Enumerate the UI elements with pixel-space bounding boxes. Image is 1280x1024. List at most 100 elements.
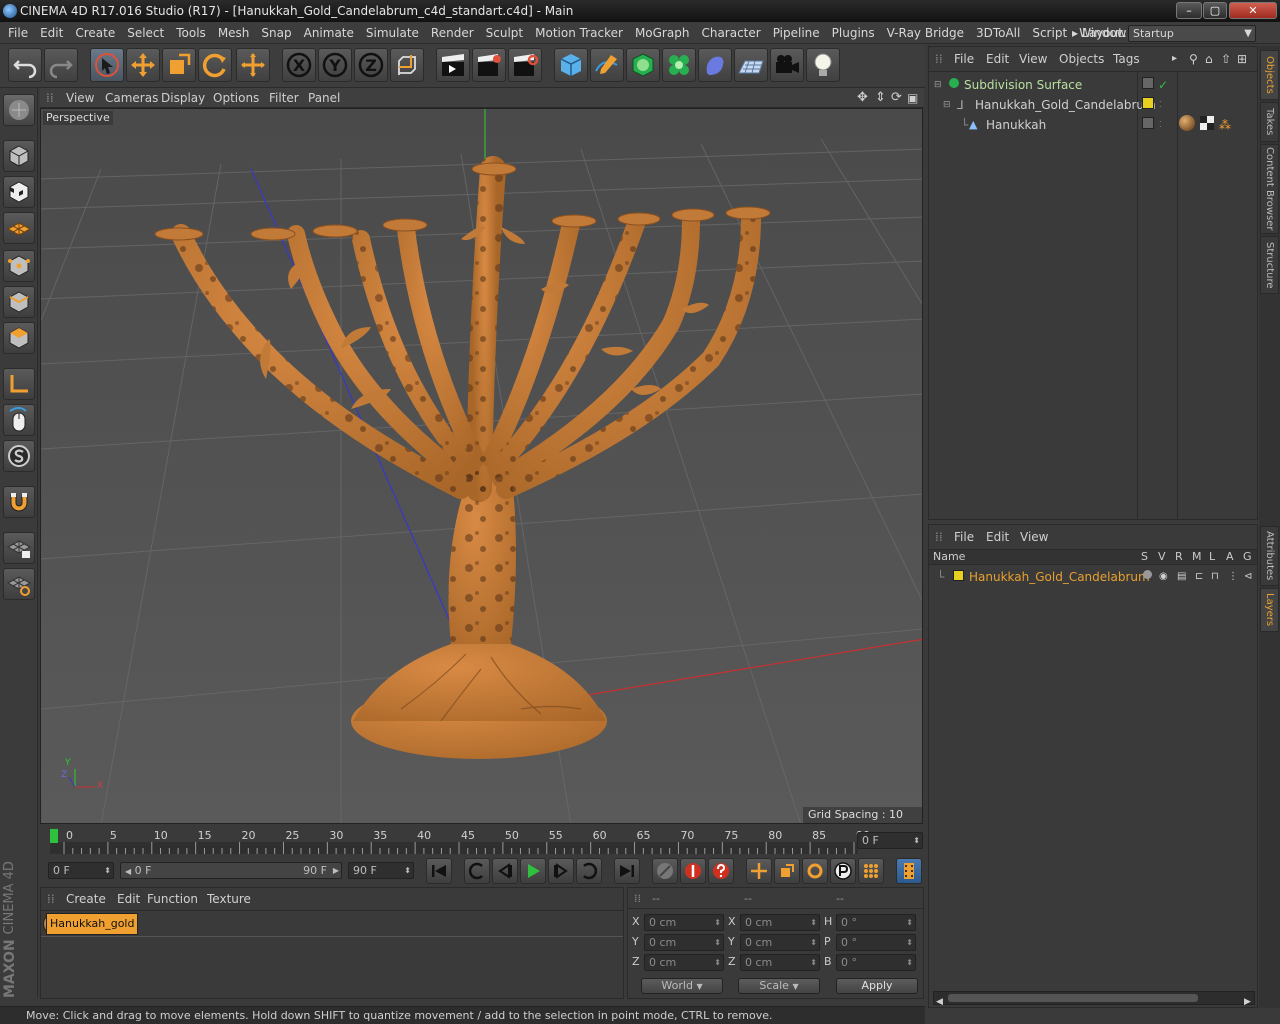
key-pla-button[interactable] [858,858,884,884]
menu-snap[interactable]: Snap [255,22,297,44]
key-rotation-button[interactable] [802,858,828,884]
chevron-right-icon[interactable]: ▸ [1172,47,1177,71]
tab-layers[interactable]: Layers [1260,588,1279,632]
minimize-button[interactable]: – [1176,2,1202,19]
visibility-dots-icon[interactable]: ⁚ [1159,113,1162,137]
layer-col-header[interactable]: G [1243,550,1252,564]
tab-takes[interactable]: Takes [1260,102,1279,142]
scrollbar-thumb[interactable] [948,994,1198,1002]
snap-button[interactable] [3,486,35,518]
move-tool-button[interactable] [126,48,160,82]
edges-mode-button[interactable] [3,286,35,318]
layer-col-header[interactable]: L [1209,550,1215,564]
render-settings-button[interactable] [508,48,542,82]
timeline-window-button[interactable] [896,858,922,884]
viewport-menu-display[interactable]: Display [161,88,205,108]
cube-object-button[interactable] [554,48,588,82]
menu-edit[interactable]: Edit [34,22,69,44]
scroll-left-icon[interactable]: ◀ [936,990,943,1014]
home-icon[interactable]: ⌂ [1205,47,1213,71]
tab-attributes[interactable]: Attributes [1260,526,1279,586]
material-menu-function[interactable]: Function [147,888,198,910]
layer-col-header[interactable]: V [1158,550,1166,564]
record-mode-button[interactable] [652,858,678,884]
viewport-menu-options[interactable]: Options [213,88,259,108]
animation-icon[interactable]: ⋮ [1228,565,1238,589]
maximize-button[interactable]: ▢ [1203,2,1227,19]
menu-select[interactable]: Select [121,22,170,44]
layer-color-icon[interactable] [1142,97,1154,109]
eye-icon[interactable]: ◉ [1159,565,1168,589]
viewport-menu-view[interactable]: View [66,88,94,108]
menu-simulate[interactable]: Simulate [360,22,425,44]
solo-button[interactable] [3,440,35,472]
menu-animate[interactable]: Animate [298,22,360,44]
make-editable-button[interactable] [3,94,35,126]
record-keys-button[interactable] [680,858,706,884]
menu-sculpt[interactable]: Sculpt [480,22,529,44]
menu-plugins[interactable]: Plugins [826,22,881,44]
editor-visibility-icon[interactable] [1142,117,1154,129]
layer-col-header[interactable]: S [1141,550,1148,564]
cloner-button[interactable] [662,48,696,82]
z-axis-lock-button[interactable]: Z [354,48,388,82]
play-button[interactable] [520,858,546,884]
layer-col-header[interactable]: R [1175,550,1183,564]
viewport-menu-panel[interactable]: Panel [308,88,340,108]
material-tag-icon[interactable] [1179,115,1195,131]
coord-mode-dropdown[interactable]: World ▼ [641,978,723,994]
orbit-view-icon[interactable]: ⟳ [891,88,902,108]
goto-end-button[interactable] [614,858,640,884]
scroll-right-icon[interactable]: ▶ [1244,990,1251,1014]
coord-value-field[interactable]: 0 cm ⬍ [740,954,820,971]
autokey-button[interactable] [708,858,734,884]
floor-object-button[interactable] [734,48,768,82]
viewport-menu-cameras[interactable]: Cameras [105,88,158,108]
subdivision-surface-button[interactable] [626,48,660,82]
render-clapper-icon[interactable]: ▤ [1177,565,1186,589]
material-menu-create[interactable]: Create [66,888,106,910]
generators-icon[interactable]: ⊲ [1244,565,1252,589]
layers-menu-view[interactable]: View [1020,525,1048,549]
next-frame-button[interactable] [548,858,574,884]
material-item[interactable]: Hanukkah_gold [43,913,153,935]
y-axis-lock-button[interactable]: Y [318,48,352,82]
dolly-view-icon[interactable]: ⇕ [875,88,886,108]
prev-key-button[interactable] [464,858,490,884]
layer-color-swatch[interactable] [953,570,964,581]
timeline[interactable]: 051015202530354045505560657075808590 0 F… [40,826,924,856]
coord-value-field[interactable]: 0 cm ⬍ [740,914,820,931]
object-row-subdivision[interactable]: ⊟ Subdivision Surface ✓ [929,73,1257,93]
editor-visibility-icon[interactable] [1142,77,1154,89]
layer-col-header[interactable]: M [1192,550,1202,564]
search-icon[interactable]: ⚲ [1189,47,1198,71]
toggle-view-icon[interactable]: ▣ [907,88,918,108]
model-mode-button[interactable] [3,140,35,172]
coord-value-field[interactable]: 0 cm ⬍ [740,934,820,951]
prev-frame-button[interactable] [492,858,518,884]
planar-workplane-button[interactable] [3,568,35,600]
x-axis-lock-button[interactable]: X [282,48,316,82]
menu-pipeline[interactable]: Pipeline [767,22,826,44]
key-position-button[interactable] [746,858,772,884]
objects-menu-edit[interactable]: Edit [986,47,1009,71]
material-menu-edit[interactable]: Edit [117,888,140,910]
axis-mode-button[interactable] [3,368,35,400]
layer-row[interactable]: └ Hanukkah_Gold_Candelabrum ◉ ▤ ⊏ ⊓ ⋮ ⊲ [929,565,1257,585]
coordinate-system-button[interactable] [390,48,424,82]
menu-tools[interactable]: Tools [170,22,212,44]
menu-script[interactable]: Script [1026,22,1073,44]
object-row-hanukkah[interactable]: └ ▲ Hanukkah ⁚ ⁂ [929,113,1257,133]
tab-objects[interactable]: Objects [1260,50,1279,100]
live-selection-button[interactable] [90,48,124,82]
menu-mograph[interactable]: MoGraph [629,22,696,44]
coord-value-field[interactable]: 0 ° ⬍ [836,934,916,951]
objects-menu-tags[interactable]: Tags [1113,47,1140,71]
start-frame-field[interactable]: 0 F ⬍ [48,862,114,879]
next-key-button[interactable] [576,858,602,884]
menu-create[interactable]: Create [69,22,121,44]
uvw-tag-icon[interactable]: ⁂ [1219,113,1231,137]
render-to-picture-viewer-button[interactable] [472,48,506,82]
layout-dropdown[interactable]: Startup ▼ [1128,25,1256,42]
deformer-button[interactable] [698,48,732,82]
